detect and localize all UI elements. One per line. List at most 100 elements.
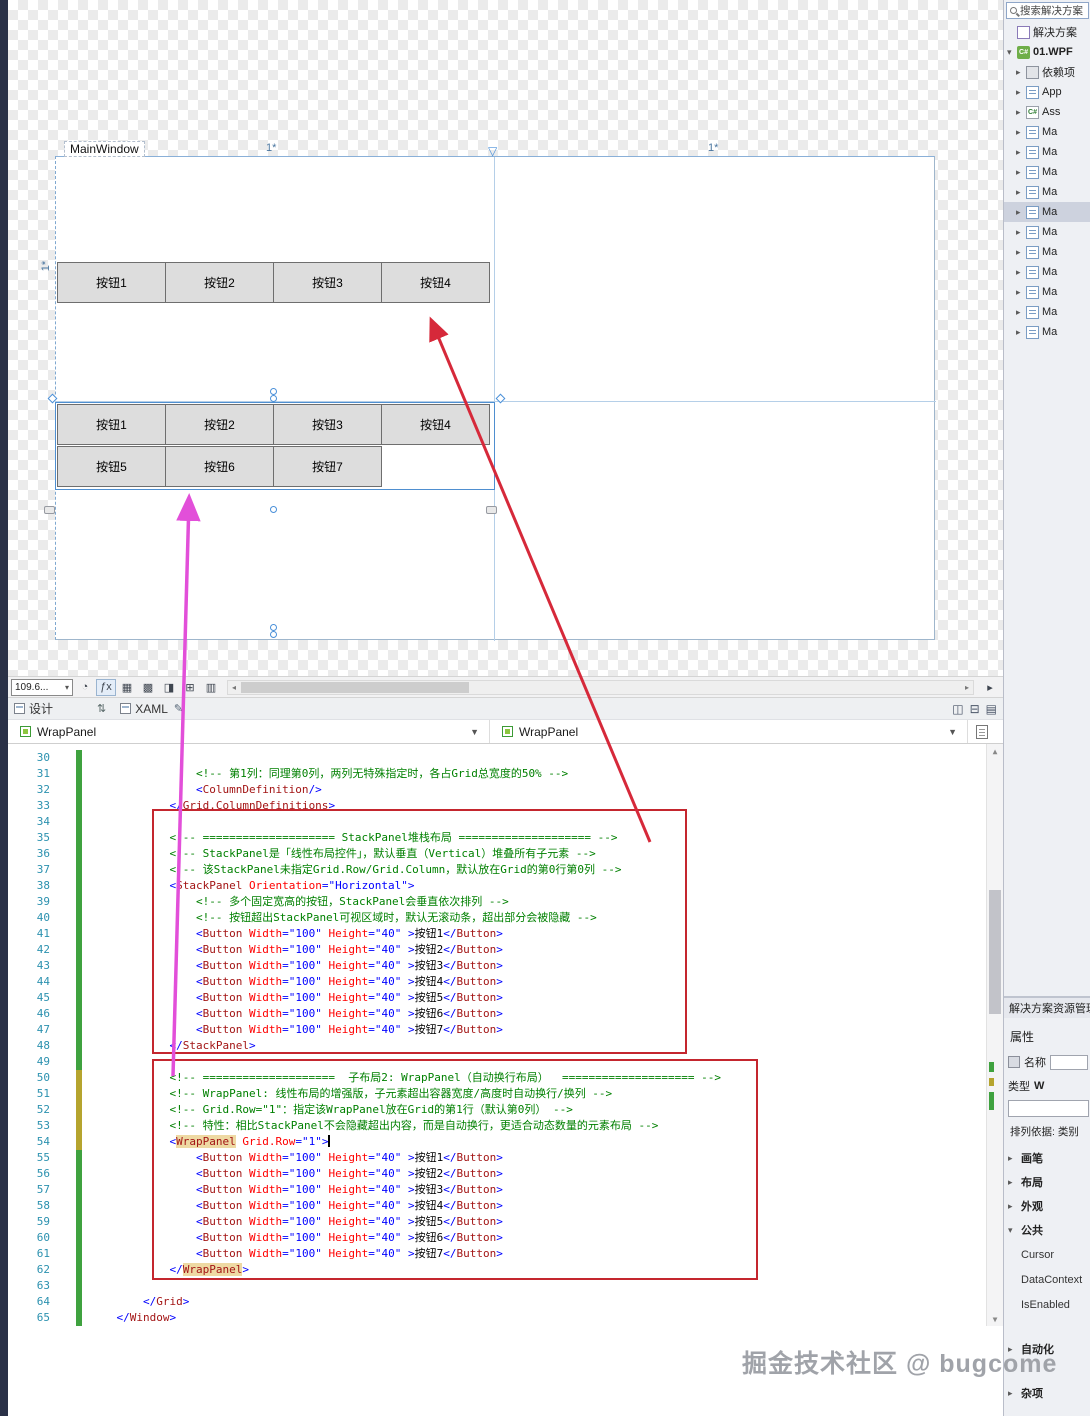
code-line[interactable]: 46 <Button Width="100" Height="40" >按钮6<… [8, 1006, 986, 1022]
chevron-right-icon[interactable]: ▸ [1008, 1177, 1018, 1188]
editor-vertical-scrollbar[interactable]: ▲ ▼ [986, 744, 1003, 1326]
snap-grid-icon[interactable]: ▩ [138, 679, 158, 696]
code-line[interactable]: 52 <!-- Grid.Row="1"：指定该WrapPanel放在Grid的… [8, 1102, 986, 1118]
properties-search-input[interactable] [1008, 1100, 1089, 1117]
code-line[interactable]: 34 [8, 814, 986, 830]
split-vertical-icon[interactable]: ◫ [952, 702, 963, 716]
code-line[interactable]: 37 <!-- 该StackPanel未指定Grid.Row/Grid.Colu… [8, 862, 986, 878]
designer-button[interactable]: 按钮1 [57, 404, 166, 445]
scrollbar-thumb[interactable] [241, 681, 469, 693]
code-line[interactable]: 54 <WrapPanel Grid.Row="1"> [8, 1134, 986, 1150]
code-line[interactable]: 33 </Grid.ColumnDefinitions> [8, 798, 986, 814]
tab-xaml[interactable]: XAML ✎ [120, 702, 183, 716]
element-selector-left[interactable]: WrapPanel ▼ [8, 720, 490, 743]
code-line[interactable]: 57 <Button Width="100" Height="40" >按钮3<… [8, 1182, 986, 1198]
designer-button[interactable]: 按钮1 [57, 262, 166, 303]
element-selector-right[interactable]: WrapPanel ▼ [490, 720, 968, 743]
scroll-right-icon[interactable]: ▸ [961, 681, 973, 694]
chevron-down-icon[interactable]: ▼ [948, 727, 967, 737]
code-line[interactable]: 58 <Button Width="100" Height="40" >按钮4<… [8, 1198, 986, 1214]
tree-item[interactable]: ▸ Ma [1004, 162, 1090, 182]
tree-collapsed-icon[interactable]: ▸ [1016, 187, 1026, 198]
code-line[interactable]: 40 <!-- 按钮超出StackPanel可视区域时，默认无滚动条，超出部分会… [8, 910, 986, 926]
tree-item[interactable]: ▸ Ma [1004, 222, 1090, 242]
scroll-right-button[interactable]: ▸ [980, 679, 1000, 696]
selection-handle[interactable] [270, 388, 277, 395]
tree-item[interactable]: ▸ App [1004, 82, 1090, 102]
document-outline-icon[interactable] [976, 724, 988, 739]
code-line[interactable]: 56 <Button Width="100" Height="40" >按钮2<… [8, 1166, 986, 1182]
arrange-by-label[interactable]: 排列依据: 类别 [1010, 1124, 1090, 1139]
tree-collapsed-icon[interactable]: ▸ [1016, 327, 1026, 338]
tree-collapsed-icon[interactable]: ▸ [1016, 307, 1026, 318]
chevron-down-icon[interactable]: ▼ [470, 727, 489, 737]
scroll-down-icon[interactable]: ▼ [987, 1312, 1003, 1326]
code-line[interactable]: 50 <!-- ==================== 子布局2: WrapP… [8, 1070, 986, 1086]
tree-item[interactable]: ▸ C# Ass [1004, 102, 1090, 122]
selection-handle[interactable] [270, 395, 277, 402]
chevron-right-icon[interactable]: ▸ [1008, 1388, 1018, 1399]
wrappanel-selection[interactable]: 按钮1 按钮2 按钮3 按钮4 按钮5 按钮6 按钮7 [55, 402, 495, 490]
code-line[interactable]: 51 <!-- WrapPanel: 线性布局的增强版，子元素超出容器宽度/高度… [8, 1086, 986, 1102]
tree-collapsed-icon[interactable]: ▸ [1016, 167, 1026, 178]
tree-collapsed-icon[interactable]: ▸ [1016, 267, 1026, 278]
tree-collapsed-icon[interactable]: ▸ [1016, 147, 1026, 158]
property-group-collapsed[interactable]: ▸ 外观 [1004, 1194, 1090, 1218]
tree-collapsed-icon[interactable]: ▸ [1016, 87, 1026, 98]
code-line[interactable]: 32 <ColumnDefinition/> [8, 782, 986, 798]
tree-item[interactable]: 解决方案 [1004, 22, 1090, 42]
code-line[interactable]: 30 [8, 750, 986, 766]
property-item[interactable]: DataContext [1004, 1267, 1090, 1292]
snaplines-icon[interactable]: ⊞ [180, 679, 200, 696]
grid-column-divider[interactable] [494, 157, 495, 641]
property-group-collapsed[interactable]: ▸ 杂项 [1004, 1381, 1090, 1405]
designer-button[interactable]: 按钮3 [273, 262, 382, 303]
chevron-down-icon[interactable]: ▾ [1008, 1225, 1018, 1236]
tree-item[interactable]: ▸ Ma [1004, 282, 1090, 302]
tree-item[interactable]: ▸ Ma [1004, 142, 1090, 162]
scroll-left-icon[interactable]: ◂ [228, 681, 240, 694]
property-item[interactable]: IsEnabled [1004, 1292, 1090, 1317]
tree-collapsed-icon[interactable]: ▸ [1016, 207, 1026, 218]
show-grid-icon[interactable]: ▦ [117, 679, 137, 696]
tree-collapsed-icon[interactable]: ▸ [1016, 287, 1026, 298]
property-group-collapsed[interactable]: ▸ 布局 [1004, 1170, 1090, 1194]
solution-search-input[interactable]: 搜索解决方案 [1006, 2, 1089, 19]
code-line[interactable]: 41 <Button Width="100" Height="40" >按钮1<… [8, 926, 986, 942]
designer-button[interactable]: 按钮2 [165, 404, 274, 445]
property-group-expanded[interactable]: ▾ 公共 [1004, 1218, 1090, 1242]
margin-anchor-icon[interactable] [44, 506, 55, 514]
designer-button[interactable]: 按钮4 [381, 404, 490, 445]
code-line[interactable]: 65 </Window> [8, 1310, 986, 1326]
code-line[interactable]: 49 [8, 1054, 986, 1070]
selection-handle[interactable] [270, 624, 277, 631]
code-line[interactable]: 55 <Button Width="100" Height="40" >按钮1<… [8, 1150, 986, 1166]
tree-collapsed-icon[interactable]: ▸ [1016, 127, 1026, 138]
name-input[interactable] [1050, 1054, 1088, 1070]
swap-panes-icon[interactable]: ⇅ [97, 702, 106, 715]
tree-item[interactable]: ▸ Ma [1004, 202, 1090, 222]
tree-collapsed-icon[interactable]: ▸ [1016, 67, 1026, 78]
code-line[interactable]: 35 <!-- ==================== StackPanel堆… [8, 830, 986, 846]
code-line[interactable]: 36 <!-- StackPanel是「线性布局控件」，默认垂直（Vertica… [8, 846, 986, 862]
selection-handle[interactable] [270, 506, 277, 513]
properties-pane-title[interactable]: 属性 [1010, 1028, 1034, 1045]
expand-pane-icon[interactable]: ▤ [986, 702, 997, 716]
designer-button[interactable]: 按钮3 [273, 404, 382, 445]
grid-column0-width-label[interactable]: 1* [266, 142, 276, 154]
artboard-background-icon[interactable]: ◨ [159, 679, 179, 696]
code-line[interactable]: 42 <Button Width="100" Height="40" >按钮2<… [8, 942, 986, 958]
designer-button[interactable]: 按钮4 [381, 262, 490, 303]
code-line[interactable]: 44 <Button Width="100" Height="40" >按钮4<… [8, 974, 986, 990]
code-line[interactable]: 45 <Button Width="100" Height="40" >按钮5<… [8, 990, 986, 1006]
chevron-right-icon[interactable]: ▸ [1008, 1153, 1018, 1164]
code-line[interactable]: 48 </StackPanel> [8, 1038, 986, 1054]
tab-design[interactable]: 设计 [14, 700, 53, 717]
code-line[interactable]: 63 [8, 1278, 986, 1294]
code-line[interactable]: 43 <Button Width="100" Height="40" >按钮3<… [8, 958, 986, 974]
code-line[interactable]: 64 </Grid> [8, 1294, 986, 1310]
chevron-right-icon[interactable]: ▸ [1008, 1201, 1018, 1212]
code-line[interactable]: 38 <StackPanel Orientation="Horizontal"> [8, 878, 986, 894]
code-line[interactable]: 31 <!-- 第1列：同理第0列，两列无特殊指定时，各占Grid总宽度的50%… [8, 766, 986, 782]
designer-horizontal-scrollbar[interactable]: ◂ ▸ [227, 679, 974, 695]
